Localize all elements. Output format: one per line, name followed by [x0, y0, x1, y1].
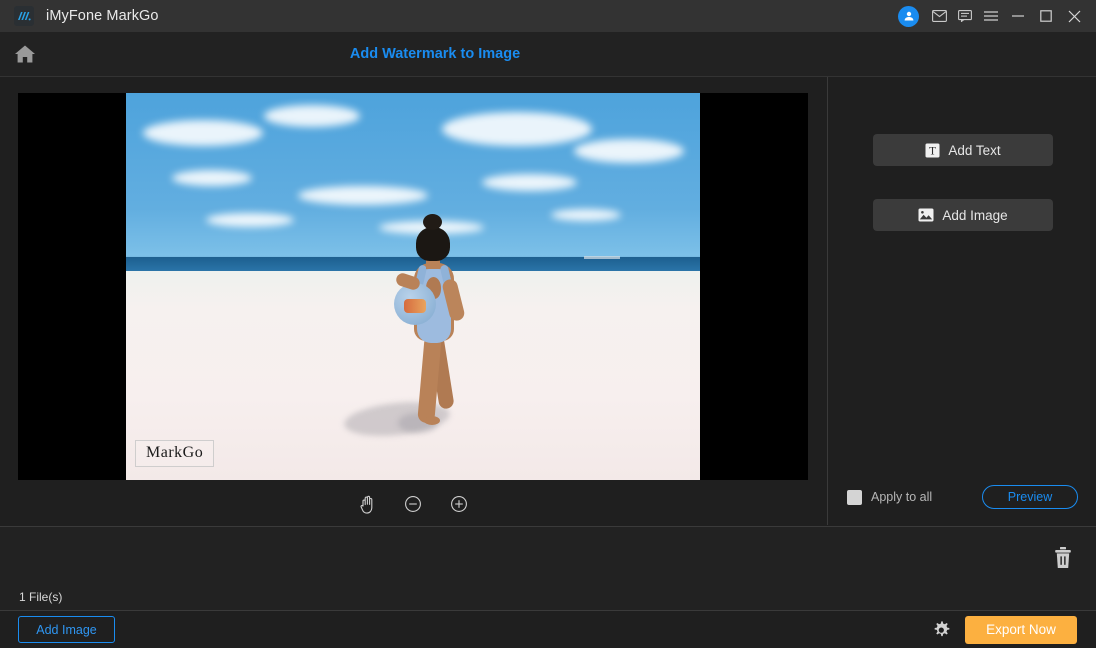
titlebar-controls [898, 0, 1096, 32]
canvas-toolbar [18, 489, 808, 519]
add-image-button[interactable]: Add Image [18, 616, 115, 643]
apply-to-all-label: Apply to all [871, 490, 933, 504]
editor-area: MarkGo [0, 77, 828, 525]
hamburger-menu-icon[interactable] [978, 0, 1004, 32]
file-list-strip: 1 File(s) [0, 526, 1096, 610]
zoom-in-icon[interactable] [447, 492, 471, 516]
minimize-icon[interactable] [1004, 0, 1032, 32]
markgo-logo-icon [14, 6, 34, 26]
gear-icon[interactable] [932, 620, 951, 639]
trash-icon[interactable] [1050, 545, 1076, 571]
page-title: Add Watermark to Image [349, 46, 521, 62]
envelope-icon[interactable] [926, 0, 952, 32]
close-icon[interactable] [1060, 0, 1088, 32]
add-text-button[interactable]: T Add Text [873, 134, 1053, 166]
image-canvas[interactable]: MarkGo [18, 93, 808, 480]
hand-pan-icon[interactable] [355, 492, 379, 516]
text-box-icon: T [925, 143, 940, 158]
speech-bubble-icon[interactable] [952, 0, 978, 32]
add-text-label: Add Text [948, 142, 1001, 158]
bottom-action-bar: Add Image Export Now [0, 610, 1096, 648]
file-count-label: 1 File(s) [19, 590, 63, 604]
add-image-watermark-label: Add Image [942, 207, 1008, 223]
watermark-text-object[interactable]: MarkGo [135, 440, 215, 467]
girl-figure [342, 213, 480, 448]
app-window: iMyFone MarkGo Add Watermark to Image Ma… [0, 0, 1096, 648]
preview-button[interactable]: Preview [982, 485, 1078, 509]
panel-footer: Apply to all Preview [829, 482, 1096, 512]
picture-icon [918, 208, 934, 222]
preview-image: MarkGo [126, 93, 700, 480]
add-image-watermark-button[interactable]: Add Image [873, 199, 1053, 231]
svg-text:T: T [929, 145, 936, 157]
user-avatar-icon[interactable] [898, 5, 919, 27]
tools-panel: T Add Text Add Image Apply to all Previe… [829, 77, 1096, 525]
page-header: Add Watermark to Image [0, 32, 1096, 77]
app-title: iMyFone MarkGo [46, 8, 159, 24]
zoom-out-icon[interactable] [401, 492, 425, 516]
export-now-button[interactable]: Export Now [965, 615, 1077, 644]
apply-to-all-checkbox[interactable] [847, 489, 862, 505]
title-bar: iMyFone MarkGo [0, 0, 1096, 32]
horizon-ship [583, 256, 620, 260]
maximize-icon[interactable] [1032, 0, 1060, 32]
